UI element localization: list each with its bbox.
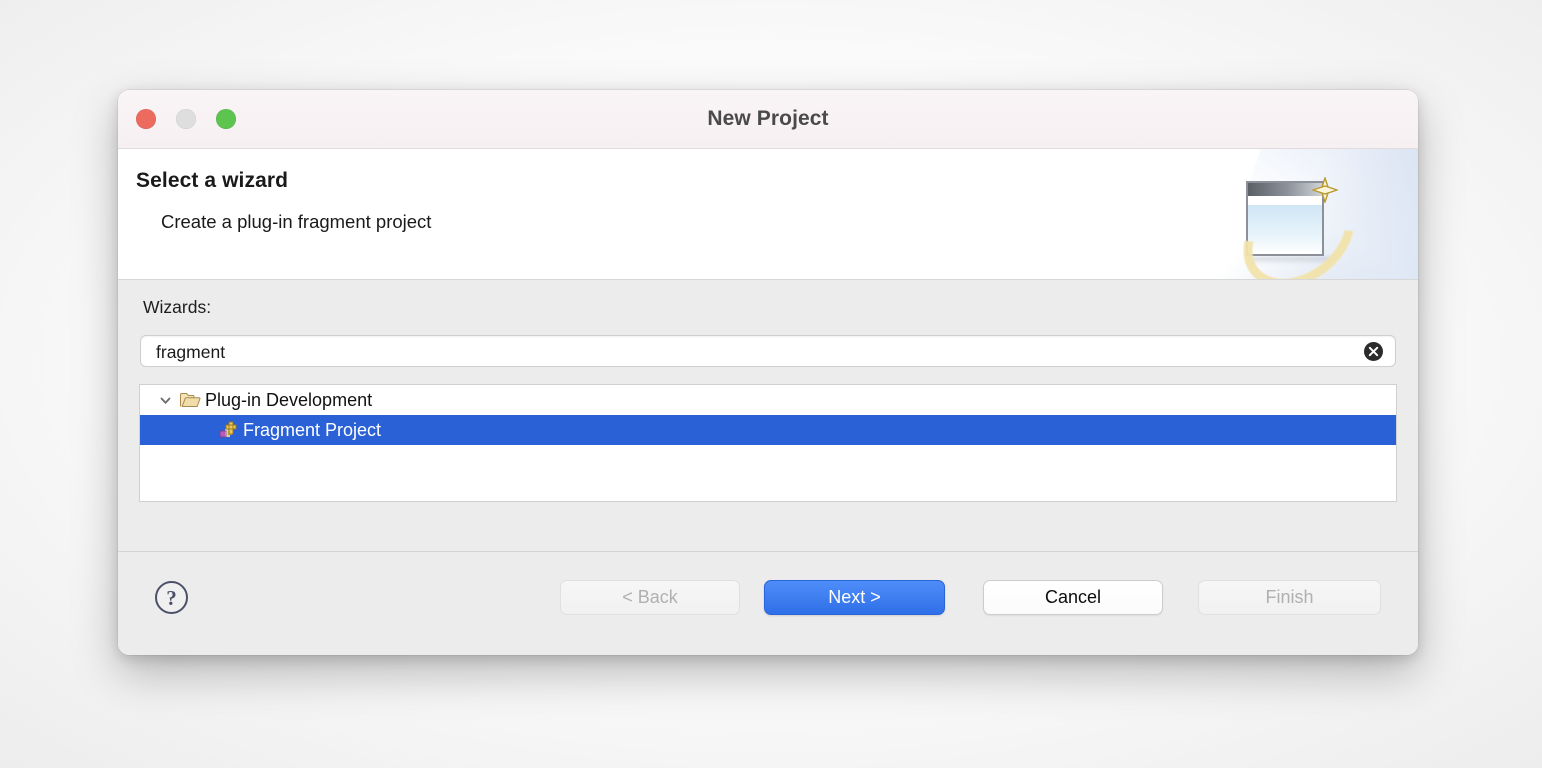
fragment-project-icon <box>216 420 240 440</box>
tree-row-label: Fragment Project <box>243 419 382 440</box>
back-button[interactable]: < Back <box>560 580 740 615</box>
svg-text:?: ? <box>166 586 177 610</box>
wizard-banner <box>1204 149 1418 279</box>
dialog-footer: ? < Back Next > Cancel Finish <box>118 551 1418 655</box>
window-titlebar: New Project <box>118 90 1418 149</box>
search-field[interactable] <box>140 335 1396 368</box>
wizard-window-sparkle-banner-icon <box>1223 162 1386 279</box>
new-project-dialog: New Project Select a wizard Create a plu… <box>118 90 1418 655</box>
question-mark-circle-icon[interactable]: ? <box>153 579 190 616</box>
chevron-down-icon[interactable] <box>152 393 178 408</box>
close-window-button[interactable] <box>136 109 156 129</box>
window-title: New Project <box>707 107 829 130</box>
wizards-label: Wizards: <box>143 297 212 317</box>
page-description: Create a plug-in fragment project <box>161 211 432 232</box>
search-input[interactable] <box>154 336 1338 368</box>
tree-row[interactable]: Plug-in Development <box>140 385 1396 415</box>
finish-button[interactable]: Finish <box>1198 580 1381 615</box>
clear-search-icon[interactable] <box>1364 342 1383 361</box>
wizard-filter-row <box>140 335 1396 368</box>
page-title: Select a wizard <box>136 169 289 192</box>
wizard-header-text: Select a wizard Create a plug-in fragmen… <box>136 169 431 233</box>
sparkle-diamond-icon <box>1312 177 1338 203</box>
tree-row-label: Plug-in Development <box>205 389 373 410</box>
tree-row[interactable]: Fragment Project <box>140 415 1396 445</box>
wizard-header: Select a wizard Create a plug-in fragmen… <box>118 149 1418 280</box>
open-folder-icon <box>178 391 202 409</box>
cancel-button[interactable]: Cancel <box>983 580 1163 615</box>
wizard-content: Wizards: fragment Plug-in Development Fr… <box>118 280 1418 551</box>
wizards-tree[interactable]: Plug-in Development Fragment Project <box>139 384 1397 502</box>
minimize-window-button[interactable] <box>176 109 196 129</box>
window-controls <box>136 90 236 148</box>
next-button[interactable]: Next > <box>764 580 945 615</box>
maximize-window-button[interactable] <box>216 109 236 129</box>
